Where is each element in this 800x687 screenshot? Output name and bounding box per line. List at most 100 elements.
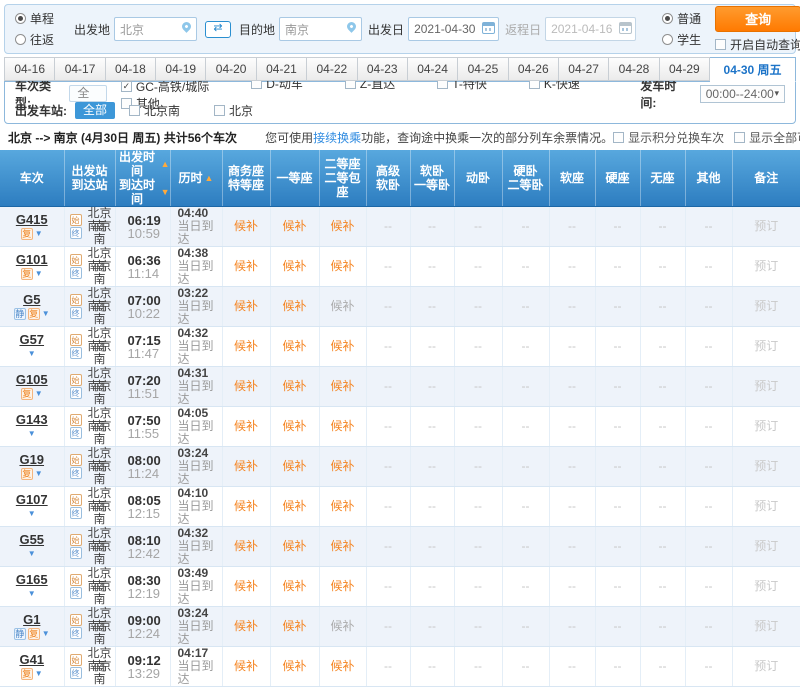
checkbox-icon[interactable]	[734, 132, 746, 143]
radio-icon[interactable]	[662, 34, 674, 45]
reserve-button[interactable]: 预订	[754, 539, 778, 553]
waitlist-business-seat[interactable]: 候补	[234, 579, 258, 593]
checkbox-icon[interactable]	[214, 105, 226, 116]
depart-station-checkbox-0[interactable]: 北京南	[129, 102, 180, 119]
waitlist-second-class-seat[interactable]: 候补	[330, 259, 354, 273]
checkbox-icon[interactable]	[129, 105, 141, 116]
radio-icon[interactable]	[662, 13, 674, 24]
train-number-link[interactable]: G1	[23, 612, 40, 627]
sort-desc-icon[interactable]: ▼	[161, 185, 170, 199]
date-tab-04-21[interactable]: 04-21	[256, 57, 308, 81]
date-tab-04-16[interactable]: 04-16	[4, 57, 56, 81]
train-number-link[interactable]: G143	[16, 412, 48, 427]
waitlist-second-class-seat[interactable]: 候补	[330, 299, 354, 313]
waitlist-first-class-seat[interactable]: 候补	[282, 459, 306, 473]
waitlist-second-class-seat[interactable]: 候补	[330, 619, 354, 633]
date-tab-04-19[interactable]: 04-19	[156, 57, 207, 81]
expand-row-icon[interactable]: ▼	[42, 308, 50, 320]
waitlist-business-seat[interactable]: 候补	[234, 379, 258, 393]
expand-row-icon[interactable]: ▼	[35, 468, 43, 480]
waitlist-business-seat[interactable]: 候补	[234, 499, 258, 513]
waitlist-second-class-seat[interactable]: 候补	[330, 379, 354, 393]
reserve-button[interactable]: 预订	[754, 419, 778, 433]
expand-row-icon[interactable]: ▼	[35, 228, 43, 240]
date-tab-04-27[interactable]: 04-27	[558, 57, 610, 81]
waitlist-first-class-seat[interactable]: 候补	[282, 299, 306, 313]
train-number-link[interactable]: G41	[19, 652, 44, 667]
reserve-button[interactable]: 预订	[754, 379, 778, 393]
train-number-link[interactable]: G101	[16, 252, 48, 267]
sort-asc-icon[interactable]: ▲	[205, 171, 214, 185]
passenger-type-radio-1[interactable]: 学生	[662, 31, 701, 48]
depart-station-all-button[interactable]: 全部	[75, 102, 116, 119]
waitlist-first-class-seat[interactable]: 候补	[282, 339, 306, 353]
checkbox-icon[interactable]	[613, 132, 625, 143]
reserve-button[interactable]: 预订	[754, 259, 778, 273]
expand-row-icon[interactable]: ▼	[28, 508, 36, 520]
trip-type-radio-1[interactable]: 往返	[15, 31, 54, 48]
checkbox-icon[interactable]: ✓	[120, 81, 132, 92]
waitlist-business-seat[interactable]: 候补	[234, 219, 258, 233]
expand-row-icon[interactable]: ▼	[28, 348, 36, 360]
waitlist-business-seat[interactable]: 候补	[234, 459, 258, 473]
expand-row-icon[interactable]: ▼	[28, 548, 36, 560]
trip-type-radio-0[interactable]: 单程	[15, 10, 54, 27]
expand-row-icon[interactable]: ▼	[35, 388, 43, 400]
date-tab-04-26[interactable]: 04-26	[508, 57, 559, 81]
display-toggle-checkbox-1[interactable]: 显示全部可预订车次	[734, 129, 800, 146]
checkbox-icon[interactable]	[715, 38, 727, 50]
waitlist-business-seat[interactable]: 候补	[234, 299, 258, 313]
transfer-link[interactable]: 接续换乘	[313, 131, 361, 145]
reserve-button[interactable]: 预订	[754, 459, 778, 473]
train-number-link[interactable]: G107	[16, 492, 48, 507]
query-button[interactable]: 查询	[715, 5, 800, 32]
waitlist-second-class-seat[interactable]: 候补	[330, 659, 354, 673]
train-number-link[interactable]: G57	[19, 332, 44, 347]
train-number-link[interactable]: G105	[16, 372, 48, 387]
swap-stations-icon[interactable]: ⇄	[205, 20, 232, 38]
waitlist-first-class-seat[interactable]: 候补	[282, 499, 306, 513]
expand-row-icon[interactable]: ▼	[35, 668, 43, 680]
waitlist-second-class-seat[interactable]: 候补	[330, 539, 354, 553]
train-number-link[interactable]: G19	[19, 452, 44, 467]
waitlist-second-class-seat[interactable]: 候补	[330, 339, 354, 353]
date-tab-active[interactable]: 04-30 周五	[710, 57, 797, 82]
waitlist-business-seat[interactable]: 候补	[234, 419, 258, 433]
date-tab-04-24[interactable]: 04-24	[407, 57, 459, 81]
reserve-button[interactable]: 预订	[754, 219, 778, 233]
train-number-link[interactable]: G55	[19, 532, 44, 547]
waitlist-first-class-seat[interactable]: 候补	[282, 539, 306, 553]
train-number-link[interactable]: G5	[23, 292, 40, 307]
waitlist-business-seat[interactable]: 候补	[234, 339, 258, 353]
expand-row-icon[interactable]: ▼	[28, 428, 36, 440]
expand-row-icon[interactable]: ▼	[42, 628, 50, 640]
waitlist-business-seat[interactable]: 候补	[234, 659, 258, 673]
waitlist-business-seat[interactable]: 候补	[234, 619, 258, 633]
waitlist-business-seat[interactable]: 候补	[234, 539, 258, 553]
reserve-button[interactable]: 预订	[754, 659, 778, 673]
expand-row-icon[interactable]: ▼	[28, 588, 36, 600]
reserve-button[interactable]: 预订	[754, 339, 778, 353]
column-header-2[interactable]: 出发时间 ▲ 到达时间 ▼	[115, 150, 171, 207]
reserve-button[interactable]: 预订	[754, 619, 778, 633]
train-type-all-button[interactable]: 全部	[69, 85, 107, 115]
waitlist-second-class-seat[interactable]: 候补	[330, 499, 354, 513]
depart-station-checkbox-1[interactable]: 北京	[214, 102, 253, 119]
waitlist-first-class-seat[interactable]: 候补	[282, 259, 306, 273]
waitlist-first-class-seat[interactable]: 候补	[282, 379, 306, 393]
date-tab-04-18[interactable]: 04-18	[105, 57, 157, 81]
waitlist-first-class-seat[interactable]: 候补	[282, 579, 306, 593]
column-header-3[interactable]: 历时 ▲	[170, 150, 223, 207]
date-tab-04-17[interactable]: 04-17	[55, 57, 106, 81]
expand-row-icon[interactable]: ▼	[35, 268, 43, 280]
radio-icon[interactable]	[15, 34, 26, 45]
reserve-button[interactable]: 预订	[754, 579, 778, 593]
waitlist-second-class-seat[interactable]: 候补	[330, 459, 354, 473]
passenger-type-radio-0[interactable]: 普通	[662, 10, 701, 27]
date-tab-04-28[interactable]: 04-28	[609, 57, 660, 81]
calendar-icon[interactable]	[482, 22, 496, 34]
train-number-link[interactable]: G415	[16, 212, 48, 227]
waitlist-second-class-seat[interactable]: 候补	[330, 219, 354, 233]
depart-time-select[interactable]: 00:00--24:00 ▾	[699, 84, 786, 103]
auto-query-checkbox[interactable]: 开启自动查询	[715, 36, 800, 53]
